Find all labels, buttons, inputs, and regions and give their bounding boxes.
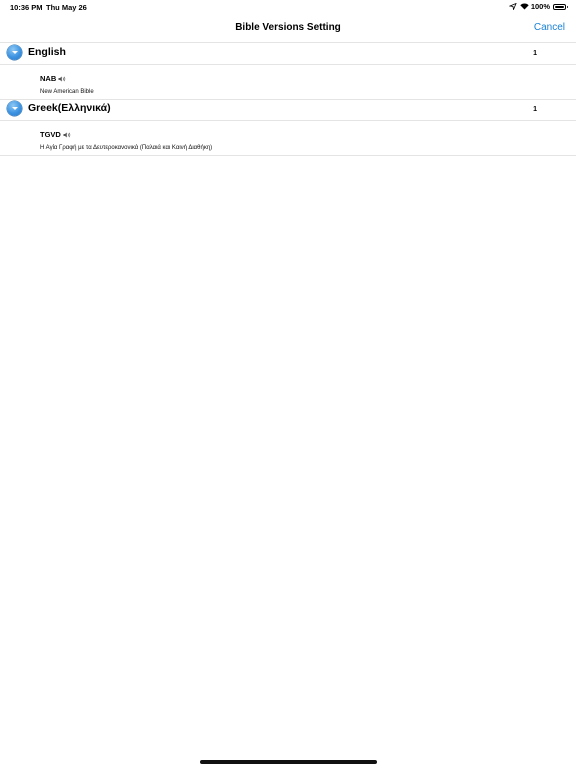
version-code: NAB (40, 74, 66, 83)
status-date: Thu May 26 (46, 3, 87, 12)
expand-chevron-icon[interactable] (7, 101, 22, 116)
expand-chevron-icon[interactable] (7, 45, 22, 60)
section-count: 1 (533, 50, 537, 57)
version-row-tgvd[interactable]: TGVD Η Αγία Γραφή με τα Δευτεροκανονικά … (0, 121, 576, 156)
cancel-button[interactable]: Cancel (534, 22, 565, 33)
status-right-group: 100% (508, 2, 568, 11)
section-header-greek[interactable]: Greek(Ελληνικά) 1 (0, 98, 576, 121)
status-time: 10:36 PM (10, 3, 43, 12)
page-title: Bible Versions Setting (235, 22, 341, 33)
version-name: Η Αγία Γραφή με τα Δευτεροκανονικά (Παλα… (40, 145, 213, 151)
version-code-text: TGVD (40, 130, 61, 139)
nav-bar: Bible Versions Setting Cancel (0, 14, 576, 43)
version-row-nab[interactable]: NAB New American Bible (0, 65, 576, 100)
version-name: New American Bible (40, 89, 94, 95)
battery-percent: 100% (530, 2, 550, 11)
section-title: English (28, 46, 66, 58)
home-indicator[interactable] (200, 760, 377, 764)
version-code-text: NAB (40, 74, 57, 83)
speaker-icon[interactable] (63, 131, 71, 138)
section-header-english[interactable]: English 1 (0, 42, 576, 65)
speaker-icon[interactable] (58, 75, 66, 82)
section-title: Greek(Ελληνικά) (28, 102, 111, 114)
section-count: 1 (533, 106, 537, 113)
screen: 10:36 PM Thu May 26 100% Bible Versions … (0, 0, 576, 768)
wifi-icon (520, 3, 529, 10)
version-code: TGVD (40, 130, 71, 139)
battery-fill (555, 5, 564, 8)
battery-icon (553, 3, 568, 10)
status-bar: 10:36 PM Thu May 26 100% (0, 0, 576, 14)
location-icon (508, 2, 517, 11)
